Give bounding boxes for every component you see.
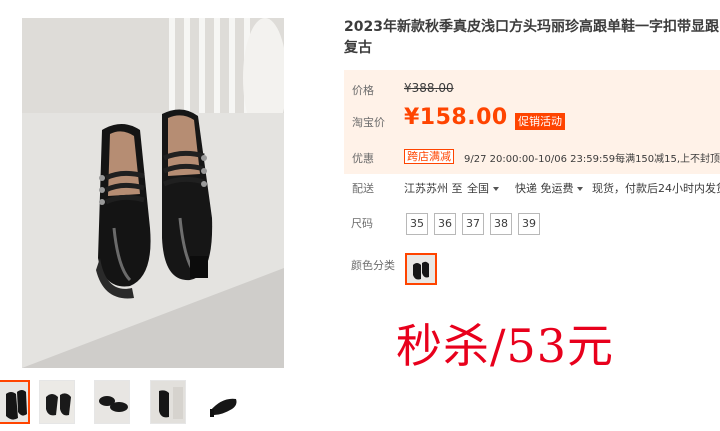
chevron-down-icon	[492, 187, 499, 191]
size-label: 尺码	[351, 217, 373, 230]
shipping-from: 江苏苏州 至	[404, 182, 463, 195]
size-option-38[interactable]: 38	[490, 213, 512, 235]
main-product-image[interactable]	[22, 18, 284, 368]
shipping-row: 配送 江苏苏州 至 全国 快递 免运费 现货，付款后24小时内发货	[344, 180, 720, 198]
thumbnail-2[interactable]	[39, 380, 75, 424]
promo-tag[interactable]: 促销活动	[515, 113, 565, 130]
original-price-label: 价格	[352, 84, 374, 97]
color-option-black[interactable]	[405, 253, 437, 285]
discount-label: 优惠	[352, 152, 374, 165]
product-title: 2023年新款秋季真皮浅口方头玛丽珍高跟单鞋一字扣带显跟复古	[344, 19, 719, 56]
original-price: ¥388.00	[404, 81, 454, 95]
shipping-method-select[interactable]: 快递 免运费	[515, 180, 583, 196]
flash-sale-overlay: 秒杀/53元	[396, 319, 615, 373]
thumbnail-4[interactable]	[150, 380, 186, 424]
discount-text: 9/27 20:00:00-10/06 23:59:59每满150减15,上不封…	[464, 154, 720, 165]
shipping-destination: 全国	[467, 182, 489, 195]
size-option-35[interactable]: 35	[406, 213, 428, 235]
thumbnail-3[interactable]	[94, 380, 130, 424]
size-option-37[interactable]: 37	[462, 213, 484, 235]
shipping-destination-select[interactable]: 全国	[467, 180, 499, 196]
thumbnail-1[interactable]	[0, 380, 30, 424]
price-panel: 价格 ¥388.00 淘宝价 ¥158.00 促销活动 优惠 跨店满减 9/27…	[344, 70, 720, 174]
stock-info: 现货，付款后24小时内发货	[592, 182, 720, 195]
shipping-method: 快递 免运费	[515, 182, 574, 195]
size-option-36[interactable]: 36	[434, 213, 456, 235]
current-price: ¥158.00	[404, 105, 508, 130]
color-label: 颜色分类	[351, 259, 395, 272]
thumbnail-strip	[0, 380, 300, 426]
discount-tag[interactable]: 跨店满减	[404, 149, 454, 164]
thumbnail-5[interactable]	[205, 380, 241, 424]
size-option-39[interactable]: 39	[518, 213, 540, 235]
shipping-label: 配送	[352, 182, 374, 195]
chevron-down-icon	[577, 187, 583, 191]
current-price-label: 淘宝价	[352, 116, 385, 129]
